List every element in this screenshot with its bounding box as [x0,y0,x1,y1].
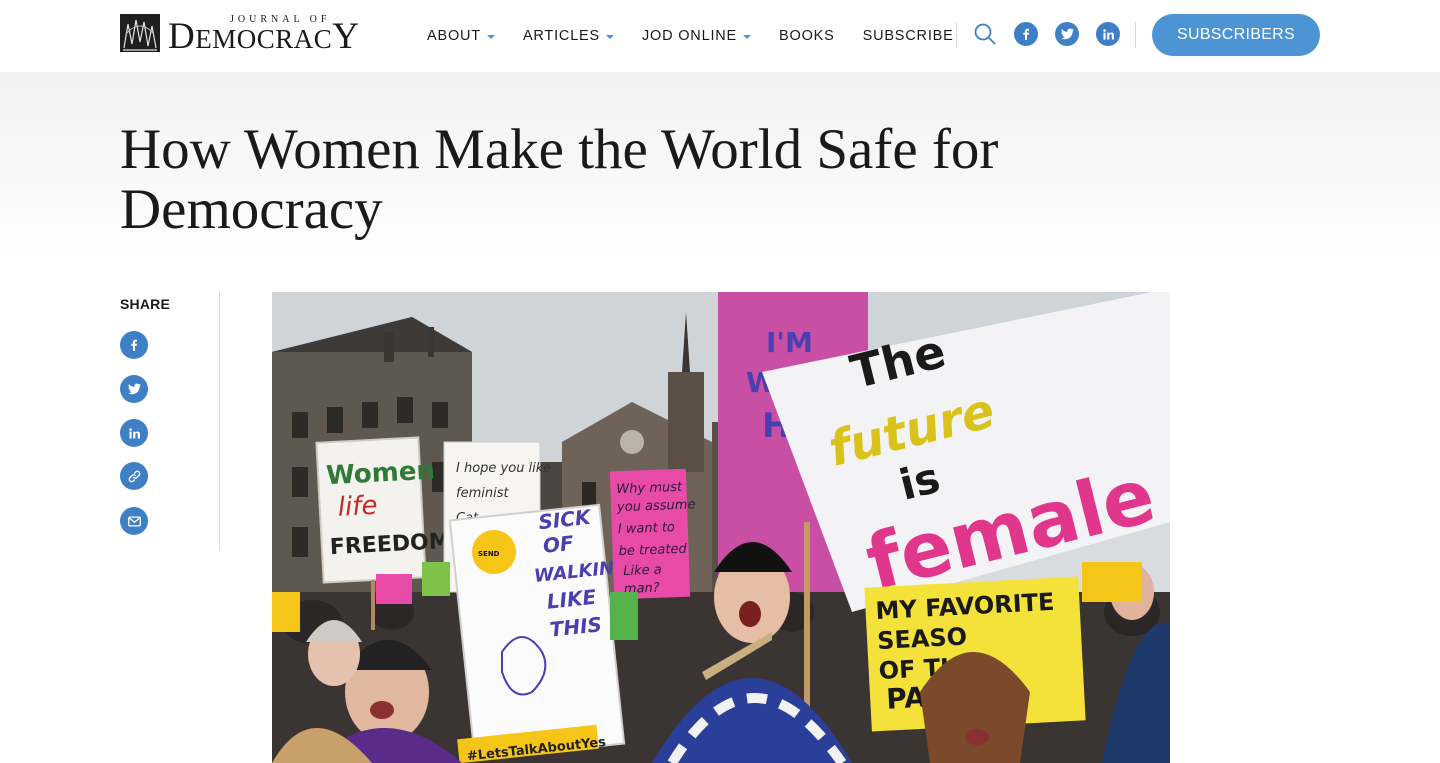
main-nav: ABOUT ARTICLES JOD ONLINE BOOKS SUBSCRIB… [427,0,982,72]
nav-books-label: BOOKS [779,28,835,44]
share-divider [219,292,220,551]
nav-divider [956,22,957,48]
logo-main-text: DEMOCRACY [168,18,360,55]
hero-image: Women life FREEDOM I hope you like femin… [272,292,1170,763]
logo-wordmark: JOURNAL OF DEMOCRACY [168,13,374,55]
sign-likea-text: Like a [623,563,662,579]
linkedin-icon[interactable] [1096,22,1120,46]
sign-treated-text: be treated [618,542,687,559]
header-divider [1135,22,1136,48]
facebook-icon[interactable] [1014,22,1038,46]
nav-articles-label: ARTICLES [522,28,600,44]
sign-want-text: I want to [618,520,676,537]
share-link-icon[interactable] [120,462,148,490]
nav-about-label: ABOUT [427,28,481,44]
nav-articles[interactable]: ARTICLES [523,28,614,44]
nav-subscribe[interactable]: SUBSCRIBE [863,28,954,44]
share-twitter-icon[interactable] [120,375,148,403]
sign-im-text: I'M [766,326,813,359]
sign-why-must: Why must you assume I want to be treated… [609,468,696,600]
sign-feminist-text: feminist [456,486,509,501]
nav-jod-online[interactable]: JOD ONLINE [642,28,752,44]
share-linkedin-icon[interactable] [120,419,148,447]
nav-jod-online-label: JOD ONLINE [642,28,738,44]
chevron-down-icon [606,34,614,39]
page-title: How Women Make the World Safe for Democr… [120,118,999,241]
sign-season-text: SEASO [876,622,967,655]
share-label: SHARE [120,296,171,312]
logo-cap-y: Y [332,16,360,57]
search-icon[interactable] [974,23,996,45]
nav-books[interactable]: BOOKS [779,28,835,44]
share-email-icon[interactable] [120,507,148,535]
site-header: JOURNAL OF DEMOCRACY ABOUT ARTICLES JOD … [0,0,1440,72]
logo-mid: EMOCRAC [195,24,333,54]
subscribers-button[interactable]: SUBSCRIBERS [1152,14,1320,56]
sign-hope-text: I hope you like [456,461,551,476]
twitter-icon[interactable] [1055,22,1079,46]
sign-assume-text: you assume [616,497,696,515]
logo-cap-d: D [168,16,196,57]
sign-life-text: life [337,491,378,523]
sign-women-text: Women [325,456,435,492]
chevron-down-icon [486,34,495,39]
sign-badge-text: SEND [478,550,500,558]
sign-why-text: Why must [616,480,683,497]
sign-of-text: OF [542,531,575,558]
nav-about[interactable]: ABOUT [427,28,495,44]
nav-subscribe-label: SUBSCRIBE [862,28,954,44]
share-facebook-icon[interactable] [120,331,148,359]
chevron-down-icon [743,34,752,39]
site-logo[interactable]: JOURNAL OF DEMOCRACY [120,13,376,55]
logo-emblem-icon [120,14,160,52]
